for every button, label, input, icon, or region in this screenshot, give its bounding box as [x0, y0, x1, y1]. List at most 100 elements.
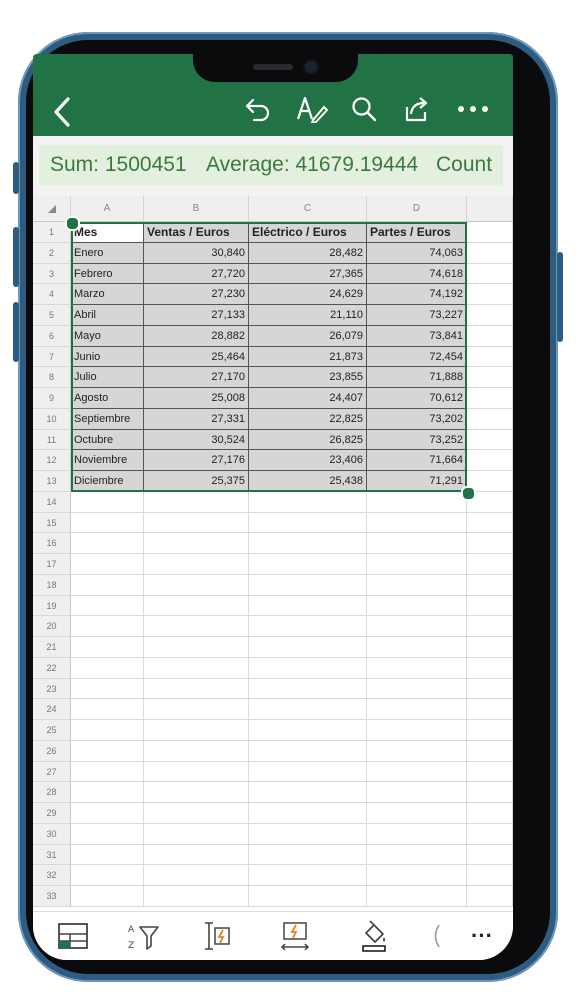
cell[interactable]: 70,612 — [367, 388, 467, 409]
table-row[interactable]: 8 Julio 27,170 23,855 71,888 — [33, 367, 513, 388]
cell[interactable] — [144, 554, 249, 575]
cell[interactable] — [249, 616, 367, 637]
cell[interactable]: 71,291 — [367, 471, 467, 492]
cell[interactable] — [144, 761, 249, 783]
cell[interactable]: 27,720 — [144, 263, 249, 285]
cell[interactable]: 25,464 — [144, 346, 249, 368]
table-row[interactable]: 33 — [33, 886, 513, 907]
cell[interactable]: 73,202 — [367, 408, 467, 430]
row-number[interactable]: 6 — [33, 325, 71, 347]
table-row[interactable]: 32 — [33, 865, 513, 886]
cell[interactable] — [467, 616, 513, 637]
row-number[interactable]: 4 — [33, 284, 71, 305]
cell[interactable] — [71, 865, 144, 886]
cell[interactable] — [249, 657, 367, 679]
cell[interactable] — [144, 823, 249, 845]
cell[interactable] — [467, 782, 513, 803]
table-row[interactable]: 15 — [33, 512, 513, 534]
share-icon[interactable] — [401, 94, 431, 124]
row-number[interactable]: 11 — [33, 429, 71, 451]
cell[interactable] — [71, 886, 144, 907]
cell[interactable] — [467, 242, 513, 264]
cell[interactable] — [71, 720, 144, 741]
cell[interactable]: 26,079 — [249, 325, 367, 347]
cell[interactable] — [467, 844, 513, 866]
cell[interactable]: 30,524 — [144, 429, 249, 451]
cell[interactable] — [367, 554, 467, 575]
cell[interactable] — [249, 803, 367, 824]
cell[interactable] — [467, 740, 513, 762]
cell[interactable] — [144, 865, 249, 886]
cell[interactable]: Partes / Euros — [367, 222, 467, 243]
cell[interactable] — [144, 782, 249, 803]
cell[interactable]: 21,873 — [249, 346, 367, 368]
cell[interactable]: Marzo — [71, 284, 144, 305]
cell[interactable]: 23,406 — [249, 450, 367, 471]
cell[interactable] — [367, 657, 467, 679]
table-row[interactable]: 21 — [33, 637, 513, 658]
table-row[interactable]: 22 — [33, 657, 513, 679]
cell[interactable] — [249, 595, 367, 617]
cell[interactable] — [367, 512, 467, 534]
cell[interactable]: 27,170 — [144, 367, 249, 388]
cell[interactable] — [71, 823, 144, 845]
cell[interactable] — [249, 823, 367, 845]
row-number[interactable]: 23 — [33, 678, 71, 700]
cell[interactable] — [249, 699, 367, 720]
cell[interactable] — [367, 491, 467, 513]
table-row[interactable]: 26 — [33, 740, 513, 762]
cell[interactable] — [71, 554, 144, 575]
cell[interactable] — [144, 740, 249, 762]
table-row[interactable]: 23 — [33, 678, 513, 700]
cell[interactable] — [467, 408, 513, 430]
row-number[interactable]: 10 — [33, 408, 71, 430]
cell[interactable]: 23,855 — [249, 367, 367, 388]
cell[interactable] — [367, 823, 467, 845]
cell[interactable] — [249, 637, 367, 658]
table-row[interactable]: 3 Febrero 27,720 27,365 74,618 — [33, 263, 513, 285]
search-icon[interactable] — [349, 94, 379, 124]
cell[interactable] — [249, 678, 367, 700]
cell[interactable] — [467, 388, 513, 409]
column-header-d[interactable]: D — [367, 196, 467, 222]
cell[interactable] — [249, 533, 367, 554]
cell[interactable] — [71, 844, 144, 866]
table-row[interactable]: 29 — [33, 803, 513, 824]
cell[interactable] — [467, 803, 513, 824]
cell[interactable] — [144, 595, 249, 617]
cell[interactable] — [367, 844, 467, 866]
undo-icon[interactable] — [243, 94, 273, 124]
cell[interactable] — [71, 595, 144, 617]
cell[interactable] — [467, 637, 513, 658]
cell[interactable] — [144, 657, 249, 679]
cell[interactable] — [249, 865, 367, 886]
selection-handle-end[interactable] — [461, 486, 476, 501]
cell[interactable] — [249, 720, 367, 741]
table-row[interactable]: 30 — [33, 823, 513, 845]
row-number[interactable]: 32 — [33, 865, 71, 886]
cell[interactable] — [467, 263, 513, 285]
row-number[interactable]: 21 — [33, 637, 71, 658]
cell[interactable] — [144, 678, 249, 700]
row-number[interactable]: 26 — [33, 740, 71, 762]
table-row[interactable]: 31 — [33, 844, 513, 866]
cell[interactable] — [144, 637, 249, 658]
row-number[interactable]: 9 — [33, 388, 71, 409]
cell[interactable] — [467, 720, 513, 741]
cell[interactable] — [144, 533, 249, 554]
cell[interactable]: Octubre — [71, 429, 144, 451]
row-number[interactable]: 24 — [33, 699, 71, 720]
cell[interactable]: 74,063 — [367, 242, 467, 264]
table-row[interactable]: 12 Noviembre 27,176 23,406 71,664 — [33, 450, 513, 471]
cell[interactable] — [467, 823, 513, 845]
count-readout[interactable]: Count — [425, 145, 504, 185]
column-header-b[interactable]: B — [144, 196, 249, 222]
cell[interactable] — [367, 574, 467, 596]
row-number[interactable]: 27 — [33, 761, 71, 783]
cell[interactable] — [467, 678, 513, 700]
cell[interactable] — [144, 699, 249, 720]
cell[interactable] — [71, 491, 144, 513]
insert-column-icon[interactable] — [277, 920, 313, 952]
row-number[interactable]: 3 — [33, 263, 71, 285]
cell[interactable] — [249, 782, 367, 803]
